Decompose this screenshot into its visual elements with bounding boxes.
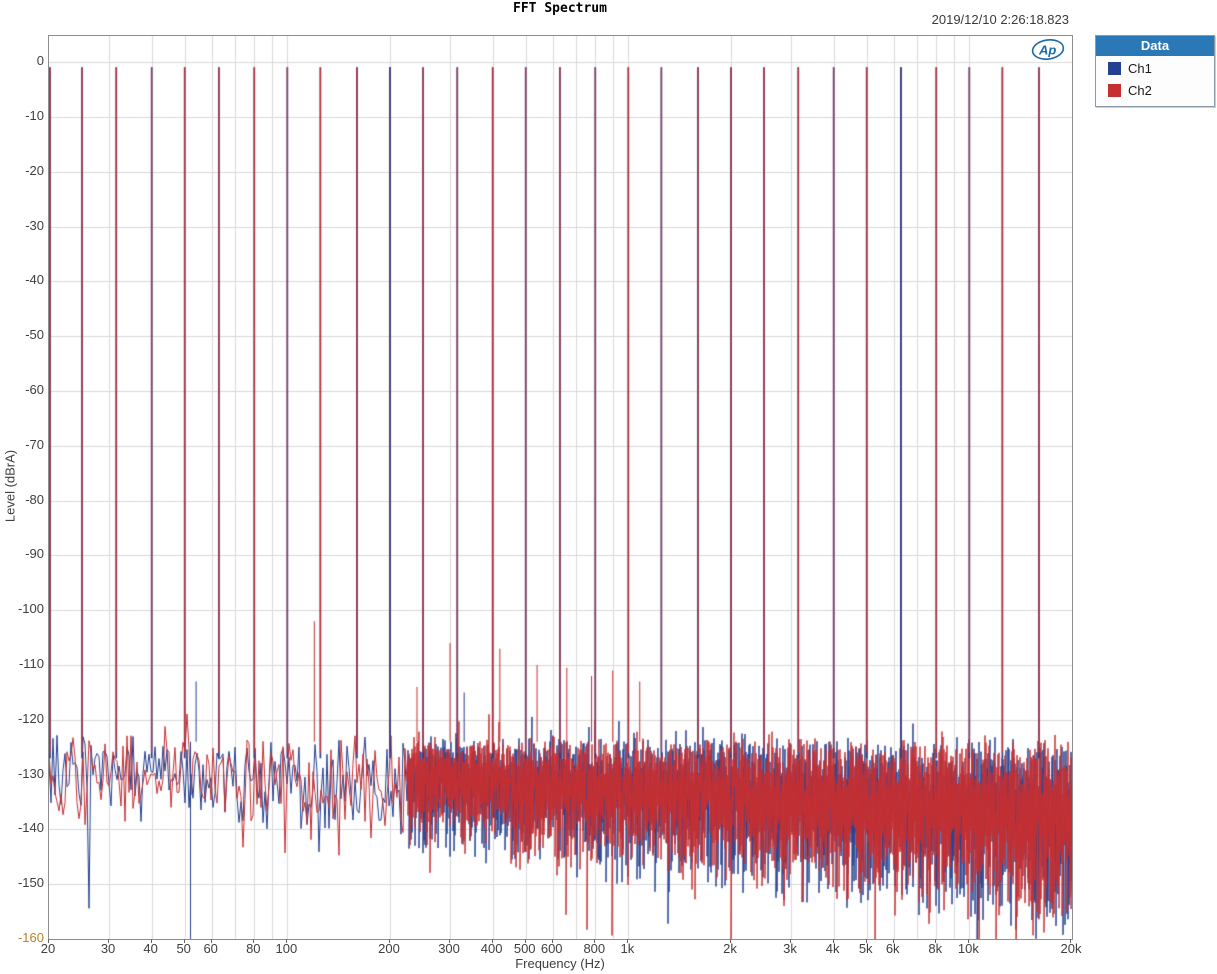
x-tick-label: 3k — [783, 941, 797, 956]
timestamp: 2019/12/10 2:26:18.823 — [931, 12, 1069, 27]
y-tick-label: -90 — [25, 546, 44, 562]
x-tick-label: 10k — [957, 941, 979, 956]
x-tick-label: 800 — [583, 941, 606, 956]
x-tick-mark — [286, 939, 288, 943]
x-tick-label: 20k — [1060, 941, 1082, 956]
x-tick-label: 4k — [825, 941, 840, 956]
y-tick-label: -150 — [17, 875, 44, 891]
x-tick-label: 60 — [203, 941, 218, 956]
x-tick-mark — [183, 939, 185, 943]
x-tick-label: 200 — [378, 941, 400, 956]
x-tick-mark — [108, 939, 110, 943]
x-tick-mark — [594, 939, 596, 943]
x-tick-mark — [627, 939, 629, 943]
ch1-color-swatch-icon — [1108, 62, 1121, 75]
legend-item-label: Ch2 — [1128, 83, 1152, 98]
fft-spectrum-window: FFT Spectrum 2019/12/10 2:26:18.823 Ap L… — [0, 0, 1217, 974]
y-tick-label: -30 — [25, 217, 44, 233]
legend-header: Data — [1096, 36, 1214, 56]
x-tick-mark — [892, 939, 894, 943]
y-tick-label: -10 — [25, 108, 44, 124]
x-tick-mark — [524, 939, 526, 943]
plot-frame — [48, 35, 1073, 940]
x-tick-mark — [551, 939, 553, 943]
y-tick-label: -40 — [25, 272, 44, 288]
x-tick-mark — [389, 939, 390, 943]
x-tick-mark — [48, 939, 49, 943]
y-tick-label: 0 — [36, 53, 44, 69]
y-tick-label: -130 — [17, 765, 44, 781]
x-tick-mark — [790, 939, 792, 943]
x-tick-mark — [865, 939, 867, 943]
y-axis-label: Level (dBrA) — [2, 449, 18, 523]
x-tick-mark — [968, 939, 970, 943]
x-tick-label: 50 — [176, 941, 191, 956]
legend-item-ch2[interactable]: Ch2 — [1096, 78, 1214, 106]
y-tick-label: -160 — [17, 930, 44, 945]
x-tick-mark — [491, 939, 493, 943]
audio-precision-logo-icon: Ap — [1031, 39, 1065, 60]
x-tick-label: 6k — [885, 941, 900, 956]
y-tick-label: -20 — [25, 162, 44, 178]
page-title: FFT Spectrum — [513, 1, 607, 16]
legend-item-label: Ch1 — [1128, 61, 1152, 76]
legend-panel: Data Ch1 Ch2 — [1095, 35, 1215, 107]
x-tick-label: 1k — [620, 941, 635, 956]
x-tick-label: 300 — [438, 941, 460, 956]
x-axis-label: Frequency (Hz) — [515, 956, 605, 971]
x-tick-mark — [150, 939, 152, 943]
x-tick-label: 80 — [246, 941, 261, 956]
svg-text:Ap: Ap — [1038, 43, 1056, 58]
x-tick-label: 500 — [513, 941, 536, 956]
x-tick-label: 40 — [143, 941, 158, 956]
y-tick-label: -50 — [25, 327, 44, 343]
x-tick-label: 600 — [540, 941, 563, 956]
x-tick-label: 2k — [723, 941, 737, 956]
y-tick-label: -60 — [25, 382, 44, 398]
x-tick-mark — [210, 939, 212, 943]
x-tick-label: 400 — [480, 941, 503, 956]
x-tick-label: 30 — [100, 941, 116, 956]
x-tick-mark — [935, 939, 937, 943]
y-tick-label: -70 — [25, 436, 44, 452]
x-tick-label: 100 — [275, 941, 298, 956]
y-tick-label: -110 — [18, 656, 44, 672]
ch2-color-swatch-icon — [1108, 84, 1121, 97]
x-tick-mark — [730, 939, 731, 943]
x-tick-mark — [253, 939, 255, 943]
y-tick-label: -140 — [17, 820, 44, 836]
x-tick-label: 5k — [858, 941, 873, 956]
x-tick-mark — [832, 939, 834, 943]
y-tick-label: -80 — [25, 491, 44, 507]
legend-item-ch1[interactable]: Ch1 — [1096, 56, 1214, 78]
y-tick-label: -100 — [17, 601, 44, 617]
x-tick-mark — [1070, 939, 1071, 943]
fft-plot-canvas[interactable] — [49, 36, 1072, 939]
x-tick-mark — [449, 939, 451, 943]
x-tick-label: 8k — [928, 941, 943, 956]
x-tick-label: 20 — [40, 941, 56, 956]
y-tick-label: -120 — [17, 710, 44, 726]
